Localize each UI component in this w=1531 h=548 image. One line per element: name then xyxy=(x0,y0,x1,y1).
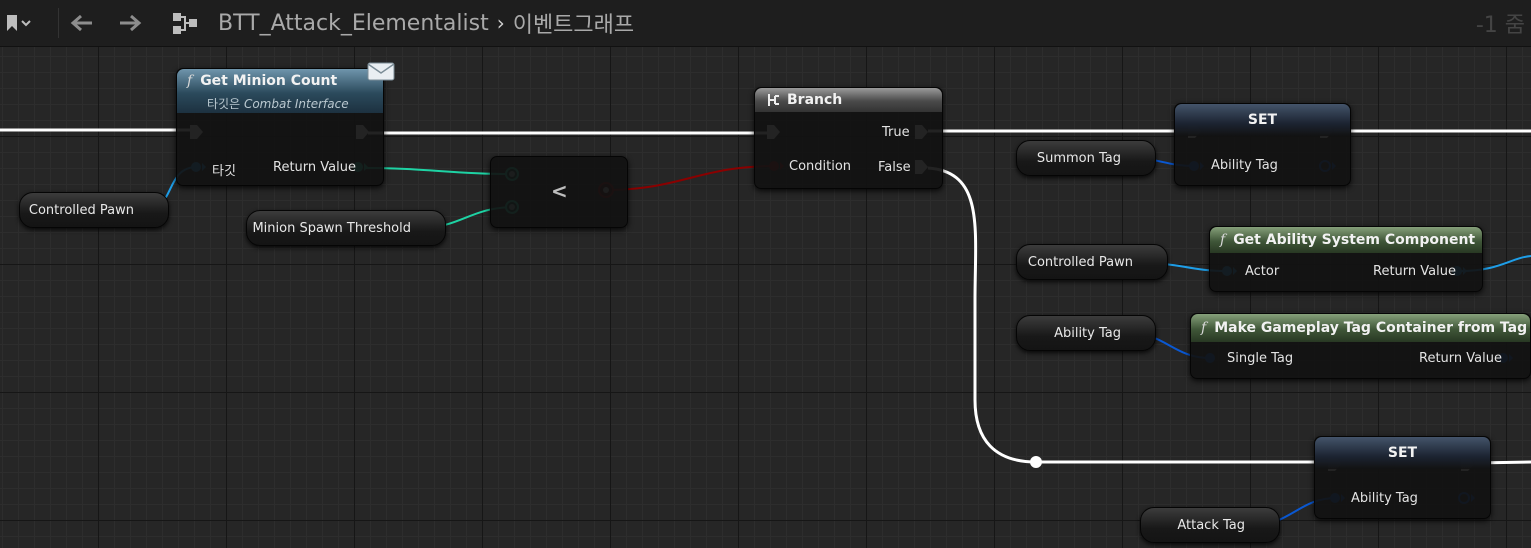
breadcrumb-graph[interactable]: 이벤트그래프 xyxy=(513,7,634,39)
var-ability-tag[interactable]: Ability Tag xyxy=(1016,315,1156,351)
node-get-minion-count[interactable]: f Get Minion Count 타깃은 Combat Interface … xyxy=(176,68,384,186)
node-subtitle: 타깃은 Combat Interface xyxy=(207,97,349,111)
pin-label-false: False xyxy=(878,160,911,175)
node-title: Make Gameplay Tag Container from Tag xyxy=(1214,320,1528,336)
pin-label-return: Return Value xyxy=(1373,264,1456,279)
node-title: Get Ability System Component xyxy=(1233,232,1476,248)
forward-button[interactable] xyxy=(116,0,144,46)
function-icon: f xyxy=(187,73,193,89)
function-icon: f xyxy=(1220,232,1226,248)
pin-label-ability-tag: Ability Tag xyxy=(1351,491,1418,506)
node-title: Get Minion Count xyxy=(200,73,338,89)
function-icon: f xyxy=(1201,320,1207,336)
arrow-left-icon xyxy=(70,14,92,32)
node-set-summon[interactable]: SET Ability Tag xyxy=(1174,103,1351,186)
node-header: SET xyxy=(1315,437,1490,469)
wire-bool-condition xyxy=(605,165,775,191)
node-header: Branch xyxy=(755,88,942,112)
message-envelope-icon xyxy=(367,62,395,81)
toolbar-divider xyxy=(58,8,59,38)
node-make-gameplay-tag-container[interactable]: f Make Gameplay Tag Container from Tag S… xyxy=(1190,313,1531,379)
pin-label-return: Return Value xyxy=(273,160,356,175)
var-controlled-pawn[interactable]: Controlled Pawn xyxy=(19,192,169,228)
pin-label-single-tag: Single Tag xyxy=(1227,351,1294,366)
var-attack-tag[interactable]: Attack Tag xyxy=(1140,507,1280,543)
node-set-attack[interactable]: SET Ability Tag xyxy=(1314,436,1491,519)
bookmark-icon xyxy=(7,15,31,31)
back-button[interactable] xyxy=(68,0,96,46)
graph-type-indicator xyxy=(170,0,200,46)
graph-toolbar: BTT_Attack_Elementalist › 이벤트그래프 -1 줌 xyxy=(0,0,1531,47)
pin-label-actor: Actor xyxy=(1245,264,1280,279)
node-header: SET xyxy=(1175,104,1350,136)
pin-label-target: 타깃 xyxy=(212,164,236,179)
node-title: SET xyxy=(1387,445,1418,461)
branch-icon xyxy=(768,94,779,106)
node-header: f Get Ability System Component xyxy=(1210,227,1482,253)
breadcrumb-blueprint[interactable]: BTT_Attack_Elementalist xyxy=(218,11,489,36)
node-get-ability-system-component[interactable]: f Get Ability System Component Actor Ret… xyxy=(1209,226,1483,292)
arrow-right-icon xyxy=(120,14,142,32)
node-title: Branch xyxy=(787,92,843,108)
var-minion-spawn-threshold[interactable]: Minion Spawn Threshold xyxy=(246,210,446,246)
node-title: SET xyxy=(1247,112,1278,128)
node-branch[interactable]: Branch True Condition False xyxy=(754,87,943,189)
pin-label-ability-tag: Ability Tag xyxy=(1211,158,1278,173)
breadcrumb: BTT_Attack_Elementalist › 이벤트그래프 xyxy=(218,0,634,46)
node-less-than[interactable]: < xyxy=(490,156,628,228)
operator-symbol: < xyxy=(551,179,568,203)
pin-label-condition: Condition xyxy=(789,159,852,174)
zoom-level: -1 줌 xyxy=(1475,13,1525,38)
var-controlled-pawn[interactable]: Controlled Pawn xyxy=(1016,244,1168,280)
node-header: f Make Gameplay Tag Container from Tag xyxy=(1191,314,1530,342)
reroute-node xyxy=(1030,456,1042,468)
breadcrumb-chevron-icon: › xyxy=(496,11,505,35)
var-summon-tag[interactable]: Summon Tag xyxy=(1016,140,1156,176)
bookmark-button[interactable] xyxy=(4,0,48,46)
pin-label-return: Return Value xyxy=(1419,351,1502,366)
blueprint-graph-icon xyxy=(173,13,197,34)
pin-label-true: True xyxy=(882,125,910,140)
